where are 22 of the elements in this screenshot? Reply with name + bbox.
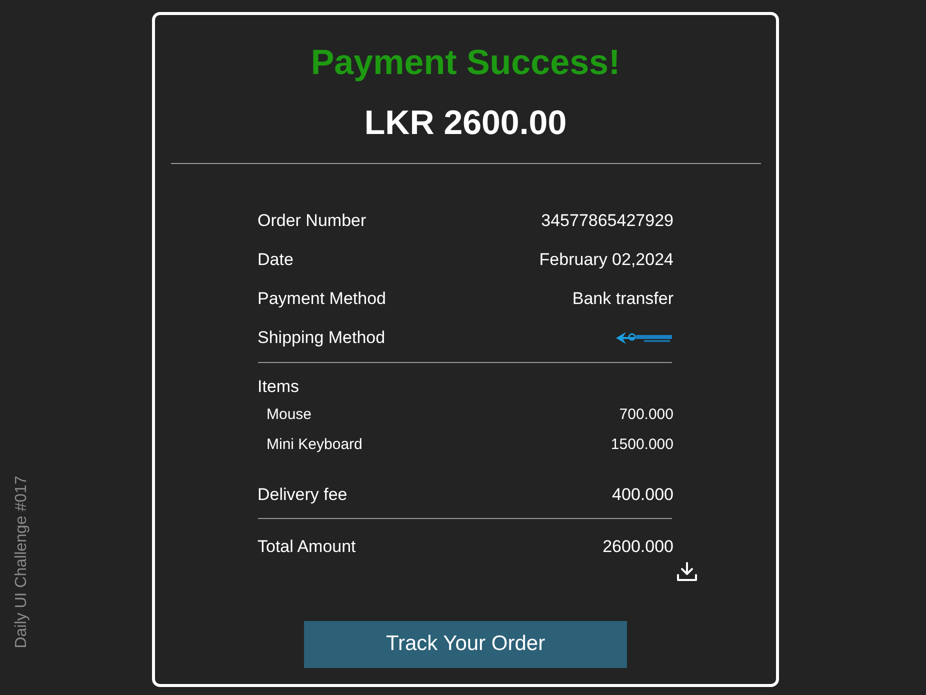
detail-label: Order Number — [258, 210, 366, 232]
courier-logo-icon — [614, 330, 674, 346]
item-price: 1500.000 — [610, 435, 674, 456]
amount-text: LKR 2600.00 — [364, 102, 567, 144]
detail-label: Payment Method — [258, 288, 386, 310]
side-label: Daily UI Challenge #017 — [12, 474, 31, 650]
detail-label: Shipping Method — [258, 327, 386, 350]
item-name: Mini Keyboard — [266, 435, 362, 456]
success-title: Payment Success! — [310, 42, 620, 84]
total-value: 2600.000 — [602, 536, 674, 558]
detail-label: Delivery fee — [258, 484, 348, 506]
detail-value: 400.000 — [612, 484, 674, 506]
item-name: Mouse — [266, 405, 312, 426]
item-price: 700.000 — [619, 405, 674, 426]
items-heading: Items — [258, 376, 300, 398]
download-icon[interactable] — [676, 560, 698, 582]
total-label: Total Amount — [258, 536, 356, 558]
track-order-button[interactable]: Track Your Order — [304, 620, 627, 668]
detail-value: February 02,2024 — [539, 249, 674, 272]
detail-label: Date — [258, 249, 294, 272]
detail-value: Bank transfer — [572, 288, 674, 310]
detail-value: 34577865427929 — [541, 210, 674, 232]
